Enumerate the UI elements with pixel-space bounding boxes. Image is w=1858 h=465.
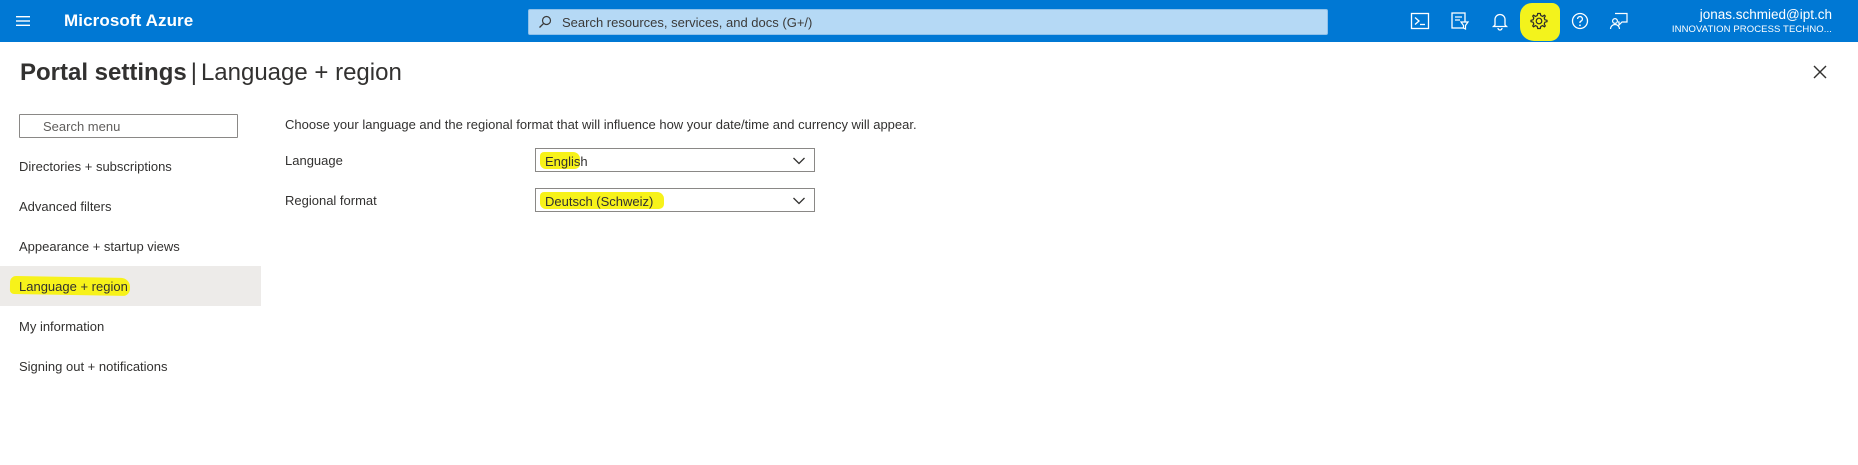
close-button[interactable] [1810, 62, 1830, 82]
app-title[interactable]: Microsoft Azure [64, 11, 193, 31]
user-email: jonas.schmied@ipt.ch [1699, 7, 1832, 22]
menu-icon[interactable] [10, 8, 36, 34]
chevron-down-icon [793, 157, 805, 165]
feedback-icon[interactable] [1607, 9, 1631, 33]
sidebar-item-label: My information [19, 318, 105, 334]
regional-format-label: Regional format [285, 193, 377, 208]
top-bar: Microsoft Azure Search resources, servic… [0, 0, 1858, 42]
intro-text: Choose your language and the regional fo… [285, 117, 917, 132]
help-icon[interactable] [1568, 9, 1592, 33]
settings-nav: Directories + subscriptions Advanced fil… [0, 146, 261, 386]
sidebar-item-label: Appearance + startup views [19, 238, 180, 254]
sidebar-item-directories[interactable]: Directories + subscriptions [0, 146, 261, 186]
language-value: English [545, 154, 588, 169]
close-icon [1813, 65, 1827, 79]
cloud-shell-icon[interactable] [1408, 9, 1432, 33]
sidebar-item-label: Signing out + notifications [19, 358, 168, 374]
menu-search[interactable] [19, 114, 238, 138]
sidebar-item-appearance[interactable]: Appearance + startup views [0, 226, 261, 266]
page-subtitle: Language + region [200, 59, 402, 86]
chevron-down-icon [793, 197, 805, 205]
page-title-main: Portal settings [20, 59, 187, 86]
language-label: Language [285, 153, 343, 168]
user-organization: INNOVATION PROCESS TECHNO... [1671, 23, 1832, 35]
account-menu[interactable]: jonas.schmied@ipt.ch INNOVATION PROCESS … [1672, 8, 1832, 34]
language-dropdown[interactable]: English [535, 148, 815, 172]
regional-format-dropdown[interactable]: Deutsch (Schweiz) [535, 188, 815, 212]
page-title: Portal settings | Language + region [20, 59, 402, 87]
regional-format-value: Deutsch (Schweiz) [545, 194, 654, 209]
settings-icon[interactable] [1527, 9, 1551, 33]
menu-search-input[interactable] [20, 115, 237, 137]
directory-filter-icon[interactable] [1448, 9, 1472, 33]
sidebar-item-language-region[interactable]: Language + region [0, 266, 261, 306]
search-icon [539, 15, 552, 28]
global-search[interactable] [528, 9, 1328, 35]
search-input[interactable] [557, 10, 1317, 34]
title-separator: | [190, 59, 197, 86]
sidebar-item-my-information[interactable]: My information [0, 306, 261, 346]
notifications-icon[interactable] [1488, 9, 1512, 33]
sidebar-item-advanced-filters[interactable]: Advanced filters [0, 186, 261, 226]
sidebar-item-signing-out[interactable]: Signing out + notifications [0, 346, 261, 386]
sidebar-item-label: Advanced filters [19, 198, 112, 214]
sidebar-item-label: Directories + subscriptions [19, 158, 172, 174]
sidebar-item-label: Language + region [19, 278, 128, 294]
